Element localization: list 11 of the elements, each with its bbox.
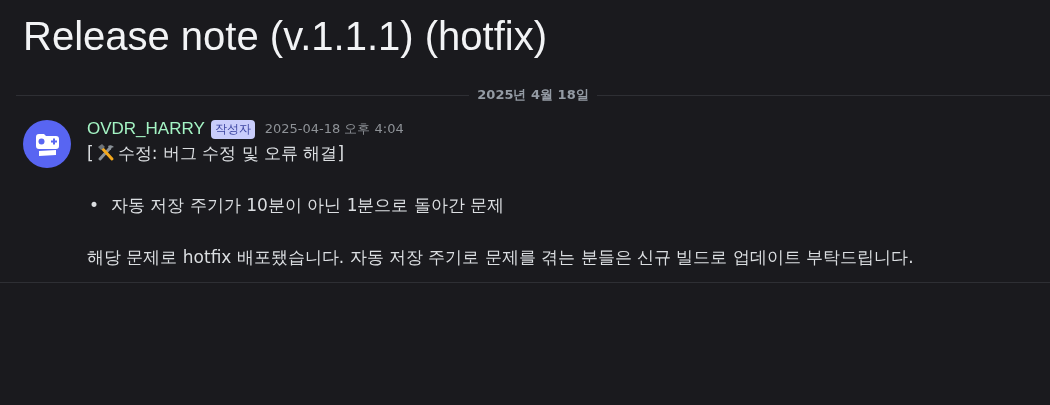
avatar-icon[interactable] xyxy=(23,120,71,168)
bullet-item: 자동 저장 주기가 10분이 아닌 1분으로 돌아간 문제 xyxy=(111,194,505,217)
author-name[interactable]: OVDR_HARRY xyxy=(87,119,205,139)
message-paragraph: 해당 문제로 hotfix 배포됐습니다. 자동 저장 주기로 문제를 겪는 분들은 신규 빌드로 업데이트 부탁드립니다. xyxy=(87,246,915,269)
date-divider: 2025년 4월 18일 xyxy=(477,86,589,104)
message-timestamp: 2025-04-18 오후 4:04 xyxy=(264,120,404,138)
bullet-marker: • xyxy=(89,194,100,217)
thread-title: Release note (v.1.1.1) (hotfix) xyxy=(22,13,547,60)
message-heading: 수정: 버그 수정 및 오류 해결] xyxy=(117,142,345,165)
author-badge: 작성자 xyxy=(210,119,255,139)
heading-bracket: [ xyxy=(87,142,94,165)
